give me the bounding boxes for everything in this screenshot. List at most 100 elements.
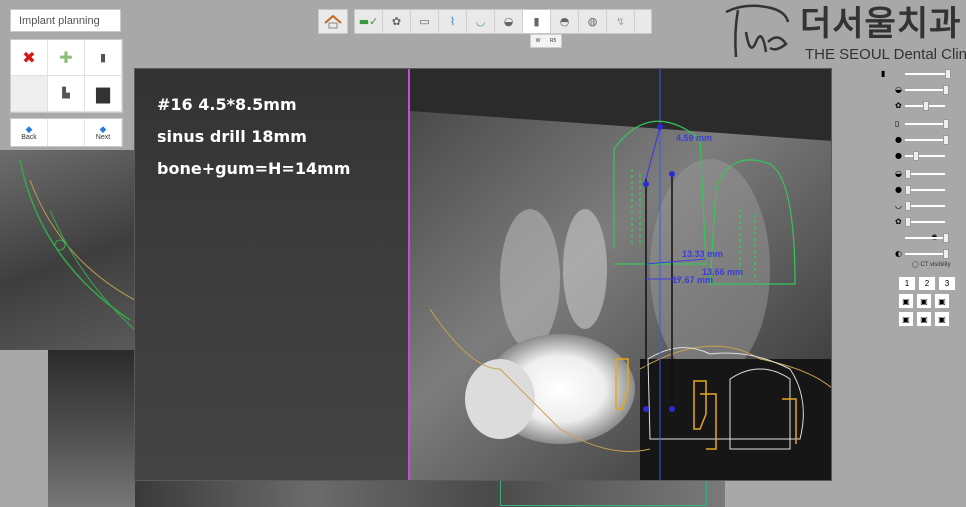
crown-icon: ◒ xyxy=(503,15,514,28)
home-icon xyxy=(324,14,342,28)
slider-row: ● xyxy=(893,184,956,196)
panorama-icon: ▭ xyxy=(419,15,430,28)
model-small-icon: ✿ xyxy=(895,217,902,226)
slider-knob[interactable] xyxy=(945,69,951,79)
sleeve-button[interactable]: ▆ xyxy=(85,76,122,112)
sleeve-step-icon: ◓ xyxy=(559,15,570,28)
slider-knob[interactable] xyxy=(905,201,911,211)
sagittal-axis-line xyxy=(408,69,410,480)
ct-scan-image: 4.59 mm 13.33 mm 17.67 mm 13.66 mm xyxy=(410,69,831,480)
home-button[interactable] xyxy=(318,9,348,34)
slider-knob[interactable] xyxy=(943,233,949,243)
step-implant[interactable]: ▮ xyxy=(523,10,551,33)
view-left-button[interactable]: ▣ xyxy=(898,311,914,327)
view-front-button[interactable]: ▣ xyxy=(898,293,914,309)
sleeve-icon: ▆ xyxy=(96,83,110,104)
measurement-label: 4.59 mm xyxy=(676,133,712,143)
contrast-icon: ◐ xyxy=(895,249,902,258)
slider-row: ✿ xyxy=(893,216,956,228)
layout-number-buttons: 1 2 3 xyxy=(898,276,956,291)
nav-spacer xyxy=(48,119,85,146)
implant-annotation: #16 4.5*8.5mm sinus drill 18mm bone+gum=… xyxy=(157,95,350,191)
export-icon: ↯ xyxy=(615,15,626,28)
guide-small-icon: ● xyxy=(895,185,902,194)
step-crown[interactable]: ◒ xyxy=(495,10,523,33)
step-nerve[interactable]: ⌇ xyxy=(439,10,467,33)
workflow-steps: ▬✓ ✿ ▭ ⌇ ◡ ◒ ▮ ◓ ◍ ↯ xyxy=(354,9,652,34)
view-top-button[interactable]: ▣ xyxy=(916,311,932,327)
cube-back-icon: ▣ xyxy=(920,296,928,306)
slider-knob[interactable] xyxy=(943,85,949,95)
view-back-button[interactable]: ▣ xyxy=(916,293,932,309)
slider-knob[interactable] xyxy=(923,101,929,111)
cube-front-icon: ▣ xyxy=(902,296,910,306)
crown-small-icon: ◒ xyxy=(895,85,902,94)
step-segmentation[interactable]: ✿ xyxy=(383,10,411,33)
slider-knob[interactable] xyxy=(943,135,949,145)
layout-button-2[interactable]: 2 xyxy=(918,276,936,291)
background-scan-view xyxy=(0,150,135,350)
empty-slot xyxy=(11,76,48,112)
plus-icon: ✚ xyxy=(59,48,73,67)
view-bottom-button[interactable]: ▣ xyxy=(934,311,950,327)
slider-knob[interactable] xyxy=(905,185,911,195)
step-guide[interactable]: ◍ xyxy=(579,10,607,33)
cube-bottom-icon: ▣ xyxy=(938,314,946,324)
cube-top-icon: ▣ xyxy=(920,314,928,324)
slider-knob[interactable] xyxy=(913,151,919,161)
step-sleeve[interactable]: ◓ xyxy=(551,10,579,33)
slider-row: ✿ xyxy=(893,100,956,112)
slider-knob[interactable] xyxy=(943,119,949,129)
arch-icon: ◡ xyxy=(475,15,486,28)
bone-small-icon: ● xyxy=(895,151,902,160)
back-button[interactable]: ◆ Back xyxy=(11,119,48,146)
step-panorama[interactable]: ▭ xyxy=(411,10,439,33)
guide-icon: ◍ xyxy=(587,15,598,28)
navigation-box: ◆ Back ◆ Next xyxy=(10,118,123,147)
layout-button-1[interactable]: 1 xyxy=(898,276,916,291)
background-scan-view-bottom xyxy=(135,480,725,507)
back-label: Back xyxy=(21,133,37,141)
teeth-icon: ✿ xyxy=(391,15,402,28)
slider-row: ● xyxy=(893,150,956,162)
step-export[interactable]: ↯ xyxy=(607,10,635,33)
slider-row: ◐ xyxy=(893,248,956,260)
panoramic-curve xyxy=(19,159,135,331)
slider-row: ▮ xyxy=(881,68,956,80)
teeth-small-icon: ✿ xyxy=(895,101,902,110)
slider-knob[interactable] xyxy=(943,249,949,259)
sleeve-small-icon: ◒ xyxy=(895,169,902,178)
measurement-label: 13.33 mm xyxy=(682,249,723,259)
ct-visibility-label: CT visibility xyxy=(920,262,951,268)
cube-right-icon: ▣ xyxy=(938,296,946,306)
clinic-logo-mark xyxy=(725,4,790,58)
step-arch[interactable]: ◡ xyxy=(467,10,495,33)
drill-text: sinus drill 18mm xyxy=(157,127,307,146)
delete-icon: ✖ xyxy=(22,48,36,67)
delete-implant-button[interactable]: ✖ xyxy=(11,40,48,76)
implant-icon: ▮ xyxy=(99,51,107,64)
arch-small-icon: ◡ xyxy=(895,201,902,210)
ct-visibility-toggle[interactable]: ◯ CT visibility xyxy=(912,261,951,268)
implant-select-button[interactable]: ▮ xyxy=(85,40,122,76)
tooltip-b: R5 xyxy=(549,38,557,44)
implant-size-text: #16 4.5*8.5mm xyxy=(157,95,297,114)
slider-row: ◡ xyxy=(893,200,956,212)
slider-knob[interactable] xyxy=(905,217,911,227)
measurement-label: 13.66 mm xyxy=(702,267,743,277)
step-setup[interactable]: ▬✓ xyxy=(355,10,383,33)
clinic-name-english: THE SEOUL Dental Clinic xyxy=(805,46,966,63)
next-button[interactable]: ◆ Next xyxy=(85,119,122,146)
layout-button-3[interactable]: 3 xyxy=(938,276,956,291)
tool-grid: ✖ ✚ ▮ ▙ ▆ xyxy=(10,39,123,113)
implant-step-icon: ▮ xyxy=(533,15,540,28)
add-implant-button[interactable]: ✚ xyxy=(48,40,85,76)
nerve-small-icon: ● xyxy=(895,135,902,144)
abutment-button[interactable]: ▙ xyxy=(48,76,85,112)
implant-small-icon: ▮ xyxy=(881,69,886,78)
ct-cross-section-view[interactable]: 4.59 mm 13.33 mm 17.67 mm 13.66 mm #16 4… xyxy=(134,68,832,481)
slider-row: ✺ xyxy=(893,232,956,244)
slider-knob[interactable] xyxy=(905,169,911,179)
background-scan-view-lower xyxy=(48,350,138,507)
view-right-button[interactable]: ▣ xyxy=(934,293,950,309)
